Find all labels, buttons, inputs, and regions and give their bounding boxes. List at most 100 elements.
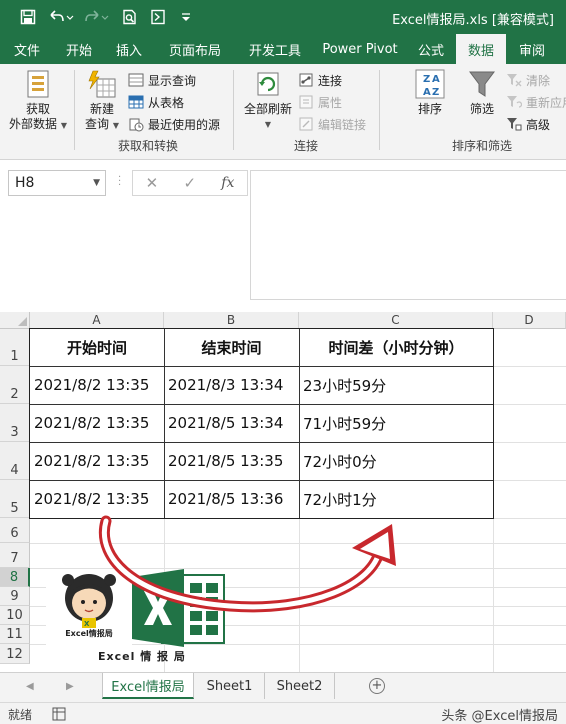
advanced-label: 高级 bbox=[526, 117, 551, 132]
row-header-5[interactable]: 5 bbox=[0, 480, 30, 518]
sheet-tab-sheet1[interactable]: Sheet1 bbox=[195, 673, 265, 699]
new-query-line2: 查询 bbox=[85, 117, 110, 131]
scroll-left-icon[interactable]: ◀ bbox=[26, 681, 34, 692]
print-preview-button[interactable] bbox=[116, 0, 144, 34]
cell-c4[interactable]: 72小时0分 bbox=[299, 442, 493, 480]
group-label-connections: 连接 bbox=[294, 139, 319, 153]
cell-a1[interactable]: 开始时间 bbox=[30, 329, 164, 366]
svg-text:A: A bbox=[432, 74, 440, 85]
edit-links-label: 编辑链接 bbox=[318, 117, 367, 132]
cell-c5[interactable]: 72小时1分 bbox=[299, 480, 493, 518]
row-header-1[interactable]: 1 bbox=[0, 329, 30, 366]
enter-icon[interactable]: ✓ bbox=[183, 174, 196, 192]
ribbon-tabs: 文件 开始 插入 页面布局 开发工具 Power Pivot 公式 数据 审阅 bbox=[0, 34, 566, 64]
row-header-9[interactable]: 9 bbox=[0, 587, 30, 606]
cell-b4[interactable]: 2021/8/5 13:35 bbox=[164, 442, 299, 480]
add-sheet-icon[interactable]: + bbox=[369, 678, 385, 694]
advanced-button[interactable]: 高级 bbox=[506, 114, 550, 134]
save-button[interactable] bbox=[14, 0, 42, 34]
cell-c2[interactable]: 23小时59分 bbox=[299, 366, 493, 404]
from-table-label: 从表格 bbox=[148, 95, 185, 110]
cell-c3[interactable]: 71小时59分 bbox=[299, 404, 493, 442]
row-header-11[interactable]: 11 bbox=[0, 625, 30, 644]
cell-c1[interactable]: 时间差（小时分钟） bbox=[299, 329, 493, 366]
show-queries-label: 显示查询 bbox=[148, 73, 197, 88]
tab-data[interactable]: 数据 bbox=[456, 34, 506, 64]
from-table-button[interactable]: 从表格 bbox=[128, 92, 184, 112]
clear-filter-icon bbox=[506, 72, 522, 88]
filter-button[interactable]: 筛选 bbox=[462, 68, 502, 117]
dropdown-arrow-icon[interactable]: ▼ bbox=[93, 178, 100, 188]
cell-a2[interactable]: 2021/8/2 13:35 bbox=[30, 366, 164, 404]
tab-developer[interactable]: 开发工具 bbox=[236, 34, 314, 64]
connections-button[interactable]: 连接 bbox=[298, 70, 342, 90]
edit-links-button[interactable]: 编辑链接 bbox=[298, 114, 366, 134]
column-header-b[interactable]: B bbox=[164, 312, 299, 329]
tab-formulas[interactable]: 公式 bbox=[406, 34, 456, 64]
tab-power-pivot[interactable]: Power Pivot bbox=[314, 34, 406, 64]
tab-page-layout[interactable]: 页面布局 bbox=[154, 34, 236, 64]
refresh-all-button[interactable]: 全部刷新 ▼ bbox=[240, 68, 296, 132]
get-external-data-button[interactable]: 获取 外部数据 ▼ bbox=[9, 68, 67, 133]
select-all-corner[interactable] bbox=[0, 312, 30, 329]
sort-button[interactable]: ZAAZ 排序 bbox=[410, 68, 450, 117]
cell-a3[interactable]: 2021/8/2 13:35 bbox=[30, 404, 164, 442]
show-queries-button[interactable]: 显示查询 bbox=[128, 70, 196, 90]
connections-icon bbox=[298, 72, 314, 88]
scroll-right-icon[interactable]: ▶ bbox=[66, 681, 74, 692]
row-header-6[interactable]: 6 bbox=[0, 518, 30, 543]
filter-label: 筛选 bbox=[469, 102, 494, 116]
properties-button[interactable]: 属性 bbox=[298, 92, 342, 112]
sheet-tab-sheet2[interactable]: Sheet2 bbox=[265, 673, 335, 699]
cell-b3[interactable]: 2021/8/5 13:34 bbox=[164, 404, 299, 442]
cell-b1[interactable]: 结束时间 bbox=[164, 329, 299, 366]
insert-function-icon[interactable]: fx bbox=[221, 175, 234, 191]
document-button[interactable] bbox=[144, 0, 172, 34]
mascot-label: Excel情报局 bbox=[65, 629, 113, 638]
new-query-button[interactable]: 新建 查询 ▼ bbox=[80, 68, 124, 133]
tab-home[interactable]: 开始 bbox=[54, 34, 104, 64]
recent-sources-button[interactable]: 最近使用的源 bbox=[128, 114, 220, 134]
gridline bbox=[30, 568, 566, 569]
cell-b5[interactable]: 2021/8/5 13:36 bbox=[164, 480, 299, 518]
excel-logo-icon bbox=[132, 569, 225, 647]
customize-qat-button[interactable] bbox=[172, 0, 200, 34]
name-box[interactable]: H8 ▼ bbox=[8, 170, 106, 196]
caret-down-icon: ▼ bbox=[60, 121, 67, 130]
row-header-4[interactable]: 4 bbox=[0, 442, 30, 480]
row-header-12[interactable]: 12 bbox=[0, 644, 30, 664]
clear-button[interactable]: 清除 bbox=[506, 70, 550, 90]
formula-input[interactable] bbox=[250, 170, 566, 300]
customize-icon bbox=[182, 13, 190, 21]
formula-bar-grip-icon[interactable]: · · · bbox=[118, 173, 122, 191]
row-header-2[interactable]: 2 bbox=[0, 366, 30, 404]
undo-button[interactable] bbox=[42, 0, 80, 34]
row-header-10[interactable]: 10 bbox=[0, 606, 30, 625]
excel-logo bbox=[132, 569, 228, 647]
save-icon bbox=[20, 9, 36, 25]
cell-b2[interactable]: 2021/8/3 13:34 bbox=[164, 366, 299, 404]
row-header-8[interactable]: 8 bbox=[0, 568, 30, 587]
document-icon bbox=[151, 9, 165, 25]
tab-file[interactable]: 文件 bbox=[0, 34, 54, 64]
caret-down-icon: ▼ bbox=[264, 120, 272, 129]
tab-review[interactable]: 审阅 bbox=[506, 34, 558, 64]
cancel-icon[interactable]: ✕ bbox=[146, 174, 159, 192]
macro-record-icon[interactable] bbox=[52, 707, 66, 724]
show-queries-icon bbox=[128, 72, 144, 88]
watermark-text: 头条 @Excel情报局 bbox=[441, 709, 558, 724]
row-header-7[interactable]: 7 bbox=[0, 543, 30, 568]
row-header-3[interactable]: 3 bbox=[0, 404, 30, 442]
column-header-d[interactable]: D bbox=[493, 312, 566, 329]
tab-insert[interactable]: 插入 bbox=[104, 34, 154, 64]
reapply-button[interactable]: 重新应用 bbox=[506, 92, 566, 112]
column-header-c[interactable]: C bbox=[299, 312, 493, 329]
ribbon-separator bbox=[379, 70, 380, 150]
sheet-tab-excel[interactable]: Excel情报局 bbox=[102, 673, 194, 699]
svg-text:A: A bbox=[423, 87, 431, 98]
redo-button[interactable] bbox=[80, 0, 116, 34]
column-header-a[interactable]: A bbox=[30, 312, 164, 329]
refresh-all-label: 全部刷新 bbox=[243, 102, 292, 116]
cell-a4[interactable]: 2021/8/2 13:35 bbox=[30, 442, 164, 480]
cell-a5[interactable]: 2021/8/2 13:35 bbox=[30, 480, 164, 518]
